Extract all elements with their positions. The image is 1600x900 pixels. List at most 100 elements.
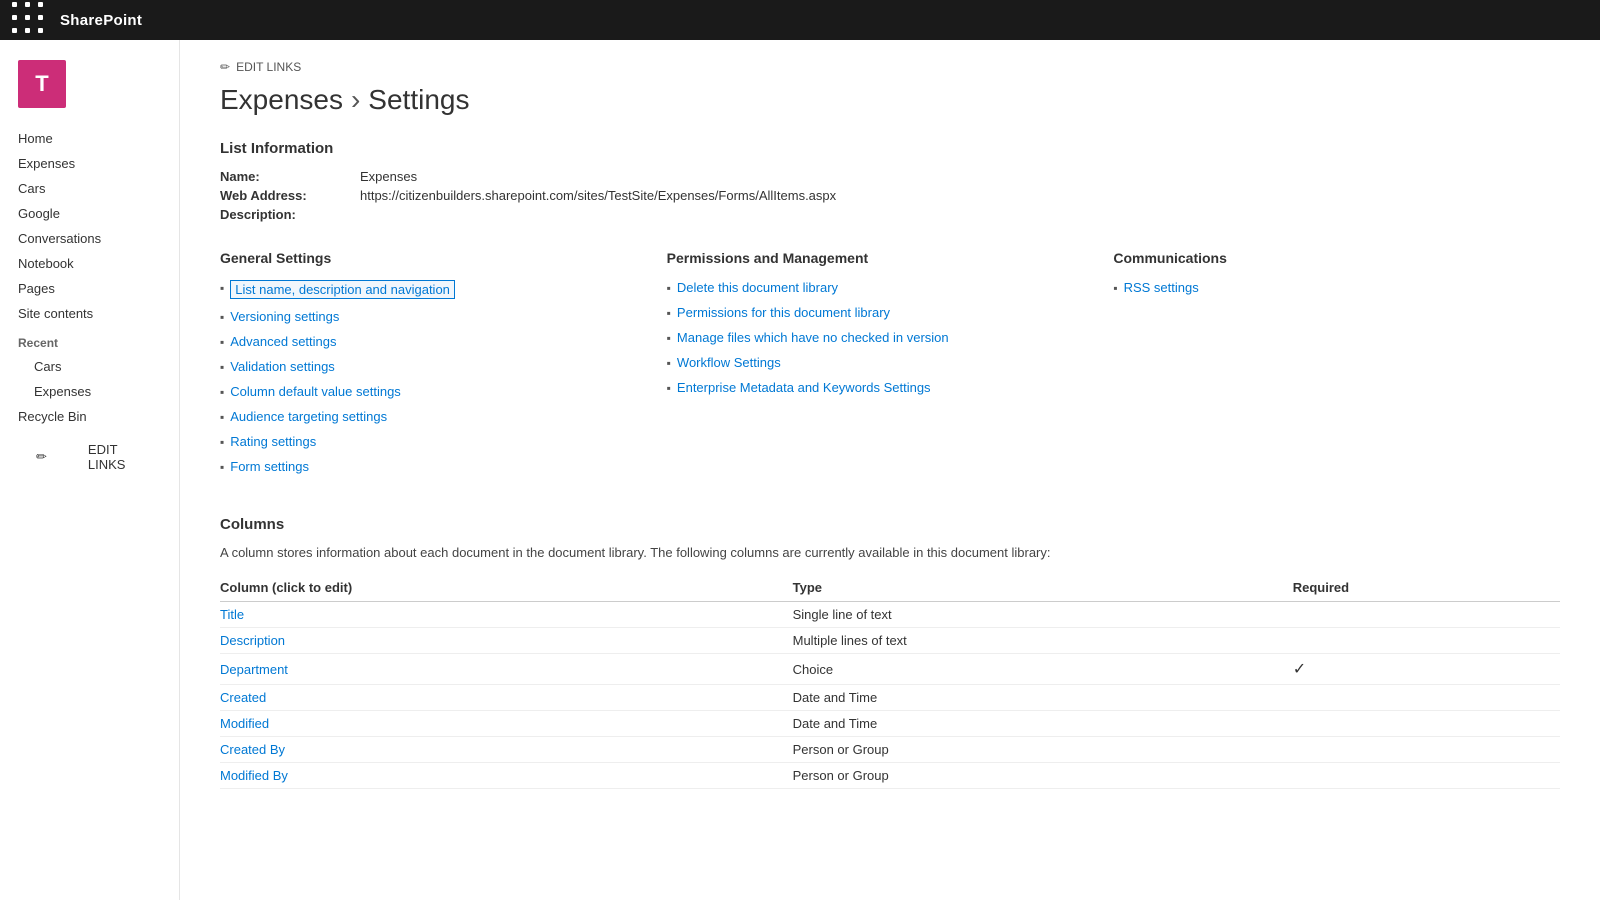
sidebar-item-google[interactable]: Google (0, 201, 179, 226)
name-value: Expenses (360, 169, 417, 184)
column-name-cell[interactable]: Modified By (220, 763, 793, 789)
communications-col: Communications ▪ RSS settings (1113, 250, 1560, 484)
sidebar-item-conversations[interactable]: Conversations (0, 226, 179, 251)
list-information-section: List Information Name: Expenses Web Addr… (220, 140, 1560, 222)
main-content: ✏ EDIT LINKS Expenses › Settings List In… (180, 40, 1600, 900)
settings-link-versioning[interactable]: ▪ Versioning settings (220, 309, 667, 324)
link-rss[interactable]: RSS settings (1124, 280, 1199, 295)
edit-links-header[interactable]: ✏ EDIT LINKS (220, 60, 1560, 74)
app-grid-icon[interactable] (12, 2, 48, 38)
column-name-cell[interactable]: Created (220, 685, 793, 711)
column-required-cell (1293, 763, 1560, 789)
sidebar-item-recent-expenses[interactable]: Expenses (0, 379, 179, 404)
column-name-cell[interactable]: Department (220, 654, 793, 685)
settings-link-enterprise-metadata[interactable]: ▪ Enterprise Metadata and Keywords Setti… (667, 380, 1114, 395)
web-address-value: https://citizenbuilders.sharepoint.com/s… (360, 188, 836, 203)
settings-link-rating[interactable]: ▪ Rating settings (220, 434, 667, 449)
settings-link-list-name[interactable]: ▪ List name, description and navigation (220, 280, 667, 299)
link-enterprise-metadata[interactable]: Enterprise Metadata and Keywords Setting… (677, 380, 931, 395)
bullet-icon: ▪ (667, 306, 671, 320)
link-audience[interactable]: Audience targeting settings (230, 409, 387, 424)
sidebar-item-cars[interactable]: Cars (0, 176, 179, 201)
settings-link-audience[interactable]: ▪ Audience targeting settings (220, 409, 667, 424)
settings-link-column-default[interactable]: ▪ Column default value settings (220, 384, 667, 399)
sidebar-item-recycle-bin[interactable]: Recycle Bin (0, 404, 179, 429)
sidebar-edit-links[interactable]: ✏ EDIT LINKS (0, 429, 179, 485)
columns-desc: A column stores information about each d… (220, 545, 1560, 560)
link-advanced[interactable]: Advanced settings (230, 334, 336, 349)
column-required-cell (1293, 628, 1560, 654)
settings-link-manage-files[interactable]: ▪ Manage files which have no checked in … (667, 330, 1114, 345)
column-type-cell: Single line of text (793, 602, 1293, 628)
column-type-cell: Choice (793, 654, 1293, 685)
list-info-description-row: Description: (220, 207, 1560, 222)
table-row: Modified ByPerson or Group (220, 763, 1560, 789)
page-wrap: T Home Expenses Cars Google Conversation… (0, 40, 1600, 900)
link-manage-files[interactable]: Manage files which have no checked in ve… (677, 330, 949, 345)
columns-section: Columns A column stores information abou… (220, 516, 1560, 789)
sidebar-item-site-contents[interactable]: Site contents (0, 301, 179, 326)
permissions-heading: Permissions and Management (667, 250, 1114, 266)
bullet-icon: ▪ (220, 385, 224, 399)
settings-link-rss[interactable]: ▪ RSS settings (1113, 280, 1560, 295)
columns-table: Column (click to edit) Type Required Tit… (220, 574, 1560, 789)
table-row: CreatedDate and Time (220, 685, 1560, 711)
settings-link-delete[interactable]: ▪ Delete this document library (667, 280, 1114, 295)
col-header-name: Column (click to edit) (220, 574, 793, 602)
list-information-heading: List Information (220, 140, 1560, 157)
settings-link-form[interactable]: ▪ Form settings (220, 459, 667, 474)
topbar-title: SharePoint (60, 12, 142, 29)
bullet-icon: ▪ (220, 410, 224, 424)
column-required-cell (1293, 685, 1560, 711)
bullet-icon: ▪ (1113, 281, 1117, 295)
column-required-cell: ✓ (1293, 654, 1560, 685)
column-type-cell: Person or Group (793, 737, 1293, 763)
column-required-cell (1293, 711, 1560, 737)
column-type-cell: Person or Group (793, 763, 1293, 789)
list-info-name-row: Name: Expenses (220, 169, 1560, 184)
breadcrumb-settings: Settings (368, 84, 469, 116)
table-row: ModifiedDate and Time (220, 711, 1560, 737)
link-form[interactable]: Form settings (230, 459, 309, 474)
column-name-cell[interactable]: Modified (220, 711, 793, 737)
sidebar-item-expenses[interactable]: Expenses (0, 151, 179, 176)
site-logo: T (18, 60, 66, 108)
sidebar-item-notebook[interactable]: Notebook (0, 251, 179, 276)
bullet-icon: ▪ (220, 435, 224, 449)
sidebar-nav: Home Expenses Cars Google Conversations … (0, 126, 179, 485)
communications-heading: Communications (1113, 250, 1560, 266)
pencil-icon: ✏ (18, 444, 65, 470)
link-permissions[interactable]: Permissions for this document library (677, 305, 890, 320)
column-type-cell: Date and Time (793, 711, 1293, 737)
link-column-default[interactable]: Column default value settings (230, 384, 401, 399)
breadcrumb-expenses[interactable]: Expenses (220, 84, 343, 116)
link-validation[interactable]: Validation settings (230, 359, 335, 374)
settings-link-advanced[interactable]: ▪ Advanced settings (220, 334, 667, 349)
columns-heading: Columns (220, 516, 1560, 533)
column-name-cell[interactable]: Description (220, 628, 793, 654)
settings-link-workflow[interactable]: ▪ Workflow Settings (667, 355, 1114, 370)
settings-link-permissions[interactable]: ▪ Permissions for this document library (667, 305, 1114, 320)
link-workflow[interactable]: Workflow Settings (677, 355, 781, 370)
web-address-label: Web Address: (220, 188, 360, 203)
bullet-icon: ▪ (667, 381, 671, 395)
recent-label: Recent (0, 326, 179, 354)
permissions-col: Permissions and Management ▪ Delete this… (667, 250, 1114, 484)
sidebar-item-pages[interactable]: Pages (0, 276, 179, 301)
column-name-cell[interactable]: Title (220, 602, 793, 628)
breadcrumb-separator: › (351, 84, 360, 116)
link-versioning[interactable]: Versioning settings (230, 309, 339, 324)
bullet-icon: ▪ (667, 331, 671, 345)
edit-links-header-label: EDIT LINKS (236, 60, 301, 74)
link-rating[interactable]: Rating settings (230, 434, 316, 449)
link-list-name[interactable]: List name, description and navigation (230, 280, 455, 299)
link-delete[interactable]: Delete this document library (677, 280, 838, 295)
sidebar-item-home[interactable]: Home (0, 126, 179, 151)
page-title: Expenses › Settings (220, 84, 1560, 116)
settings-link-validation[interactable]: ▪ Validation settings (220, 359, 667, 374)
column-name-cell[interactable]: Created By (220, 737, 793, 763)
general-settings-col: General Settings ▪ List name, descriptio… (220, 250, 667, 484)
name-label: Name: (220, 169, 360, 184)
bullet-icon: ▪ (220, 460, 224, 474)
sidebar-item-recent-cars[interactable]: Cars (0, 354, 179, 379)
